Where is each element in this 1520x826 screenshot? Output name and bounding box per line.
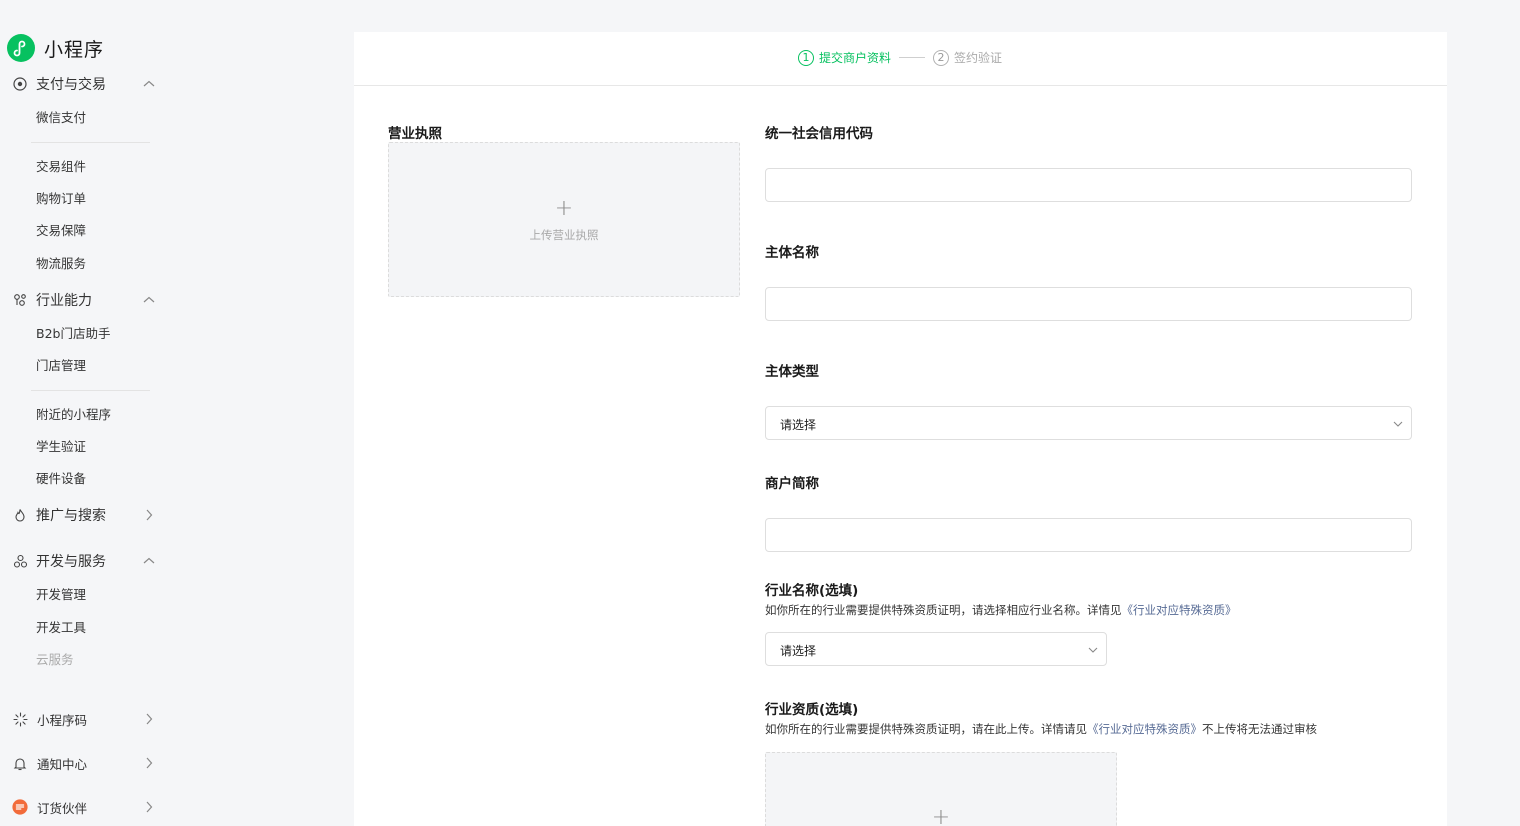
sidebar-section-label: 小程序码	[37, 712, 88, 728]
entity-name-input[interactable]	[766, 288, 1411, 320]
sidebar-section-industry[interactable]: 行业能力	[12, 289, 158, 311]
chevron-down-icon	[1088, 647, 1098, 653]
sidebar-item-nearby[interactable]: 附近的小程序	[36, 407, 111, 423]
sidebar-item-trade-guarantee[interactable]: 交易保障	[36, 223, 86, 239]
industry-name-desc: 如你所在的行业需要提供特殊资质证明，请选择相应行业名称。详情见《行业对应特殊资质…	[765, 602, 1237, 618]
industry-name-select[interactable]: 请选择	[765, 632, 1107, 666]
sidebar-section-promo[interactable]: 推广与搜索	[12, 504, 158, 526]
chevron-right-icon	[146, 801, 153, 813]
sidebar-section-notify[interactable]: 通知中心	[12, 752, 158, 774]
chevron-down-icon	[1393, 421, 1403, 427]
industry-qual-label: 行业资质(选填)	[765, 702, 859, 718]
license-label: 营业执照	[388, 126, 442, 142]
industry-qual-desc: 如你所在的行业需要提供特殊资质证明，请在此上传。详情请见《行业对应特殊资质》不上…	[765, 721, 1317, 737]
sidebar-item-dev-tools[interactable]: 开发工具	[36, 620, 86, 636]
divider	[31, 142, 150, 143]
sidebar-section-label: 行业能力	[36, 293, 92, 309]
app-title: 小程序	[44, 38, 105, 61]
flame-icon	[12, 507, 28, 523]
entity-type-label: 主体类型	[765, 364, 819, 380]
industry-qualification-link[interactable]: 《行业对应特殊资质》	[1087, 722, 1202, 736]
short-name-label: 商户简称	[765, 476, 819, 492]
sidebar-section-label: 开发与服务	[36, 554, 106, 570]
divider	[31, 390, 150, 391]
chevron-right-icon	[146, 757, 153, 769]
desc-text-after: 不上传将无法通过审核	[1202, 722, 1317, 736]
sidebar-item-logistics[interactable]: 物流服务	[36, 256, 86, 272]
step-label: 提交商户资料	[819, 51, 892, 65]
step-1: 1 提交商户资料	[798, 49, 891, 66]
desc-text: 如你所在的行业需要提供特殊资质证明，请选择相应行业名称。详情见	[765, 603, 1122, 617]
sidebar-section-label: 通知中心	[37, 756, 88, 772]
industry-qualification-link[interactable]: 《行业对应特殊资质》	[1122, 603, 1237, 617]
step-connector	[899, 57, 926, 58]
sidebar-section-partner[interactable]: 订货伙伴	[12, 796, 158, 818]
sidebar-item-cloud-service[interactable]: 云服务	[36, 652, 74, 668]
yuan-circle-icon	[12, 76, 28, 92]
step-2: 2 签约验证	[933, 49, 1002, 66]
step-label: 签约验证	[954, 51, 1003, 65]
chevron-up-icon	[143, 557, 155, 564]
sidebar-item-b2b-store[interactable]: B2b门店助手	[36, 326, 110, 342]
credit-code-label: 统一社会信用代码	[765, 126, 873, 142]
credit-code-input[interactable]	[766, 169, 1411, 201]
sidebar-section-label: 支付与交易	[36, 77, 106, 93]
nodes-icon	[12, 292, 28, 308]
sidebar: 小程序 支付与交易 微信支付 交易组件 购物订单 交易保障 物流服务 行业能力 …	[0, 0, 180, 826]
upload-hint: 上传营业执照	[529, 228, 599, 242]
sidebar-section-label: 订货伙伴	[37, 800, 88, 816]
step-indicator: 1 提交商户资料 2 签约验证	[798, 49, 1002, 66]
chevron-up-icon	[143, 296, 155, 303]
brand[interactable]: 小程序	[7, 34, 104, 62]
sidebar-item-store-manage[interactable]: 门店管理	[36, 358, 86, 374]
sidebar-item-dev-manage[interactable]: 开发管理	[36, 587, 86, 603]
sidebar-section-qrcode[interactable]: 小程序码	[12, 708, 158, 730]
short-name-input[interactable]	[766, 519, 1411, 551]
step-number: 2	[933, 49, 950, 66]
main-panel: 1 提交商户资料 2 签约验证 营业执照 + 上传营业执照 统一社会信用代码 主…	[354, 32, 1447, 826]
chevron-right-icon	[146, 509, 153, 521]
step-number: 1	[798, 49, 814, 66]
select-value: 请选择	[780, 644, 817, 658]
divider	[354, 85, 1447, 86]
mini-program-logo-icon	[7, 34, 35, 62]
sidebar-item-trade-component[interactable]: 交易组件	[36, 159, 86, 175]
plus-icon: +	[554, 196, 574, 221]
bell-icon	[12, 755, 28, 771]
plus-icon: +	[931, 805, 951, 826]
partner-logo-icon	[12, 799, 28, 815]
industry-name-label: 行业名称(选填)	[765, 583, 859, 599]
sidebar-item-wechat-pay[interactable]: 微信支付	[36, 110, 86, 126]
chevron-up-icon	[143, 80, 155, 87]
desc-text: 如你所在的行业需要提供特殊资质证明，请在此上传。详情请见	[765, 722, 1087, 736]
entity-type-select[interactable]: 请选择	[765, 406, 1412, 440]
entity-name-label: 主体名称	[765, 245, 819, 261]
license-upload[interactable]: + 上传营业执照	[388, 142, 740, 297]
sparkle-icon	[12, 711, 28, 727]
sidebar-section-dev[interactable]: 开发与服务	[12, 550, 158, 572]
sidebar-section-label: 推广与搜索	[36, 508, 106, 524]
entity-name-field[interactable]	[765, 287, 1412, 321]
short-name-field[interactable]	[765, 518, 1412, 552]
sidebar-item-hardware[interactable]: 硬件设备	[36, 471, 86, 487]
cluster-icon	[12, 553, 28, 569]
credit-code-field[interactable]	[765, 168, 1412, 202]
sidebar-item-orders[interactable]: 购物订单	[36, 191, 86, 207]
industry-qual-upload[interactable]: +	[765, 752, 1117, 826]
chevron-right-icon	[146, 713, 153, 725]
sidebar-item-student-verify[interactable]: 学生验证	[36, 439, 86, 455]
select-value: 请选择	[780, 418, 817, 432]
sidebar-section-pay[interactable]: 支付与交易	[12, 73, 158, 95]
